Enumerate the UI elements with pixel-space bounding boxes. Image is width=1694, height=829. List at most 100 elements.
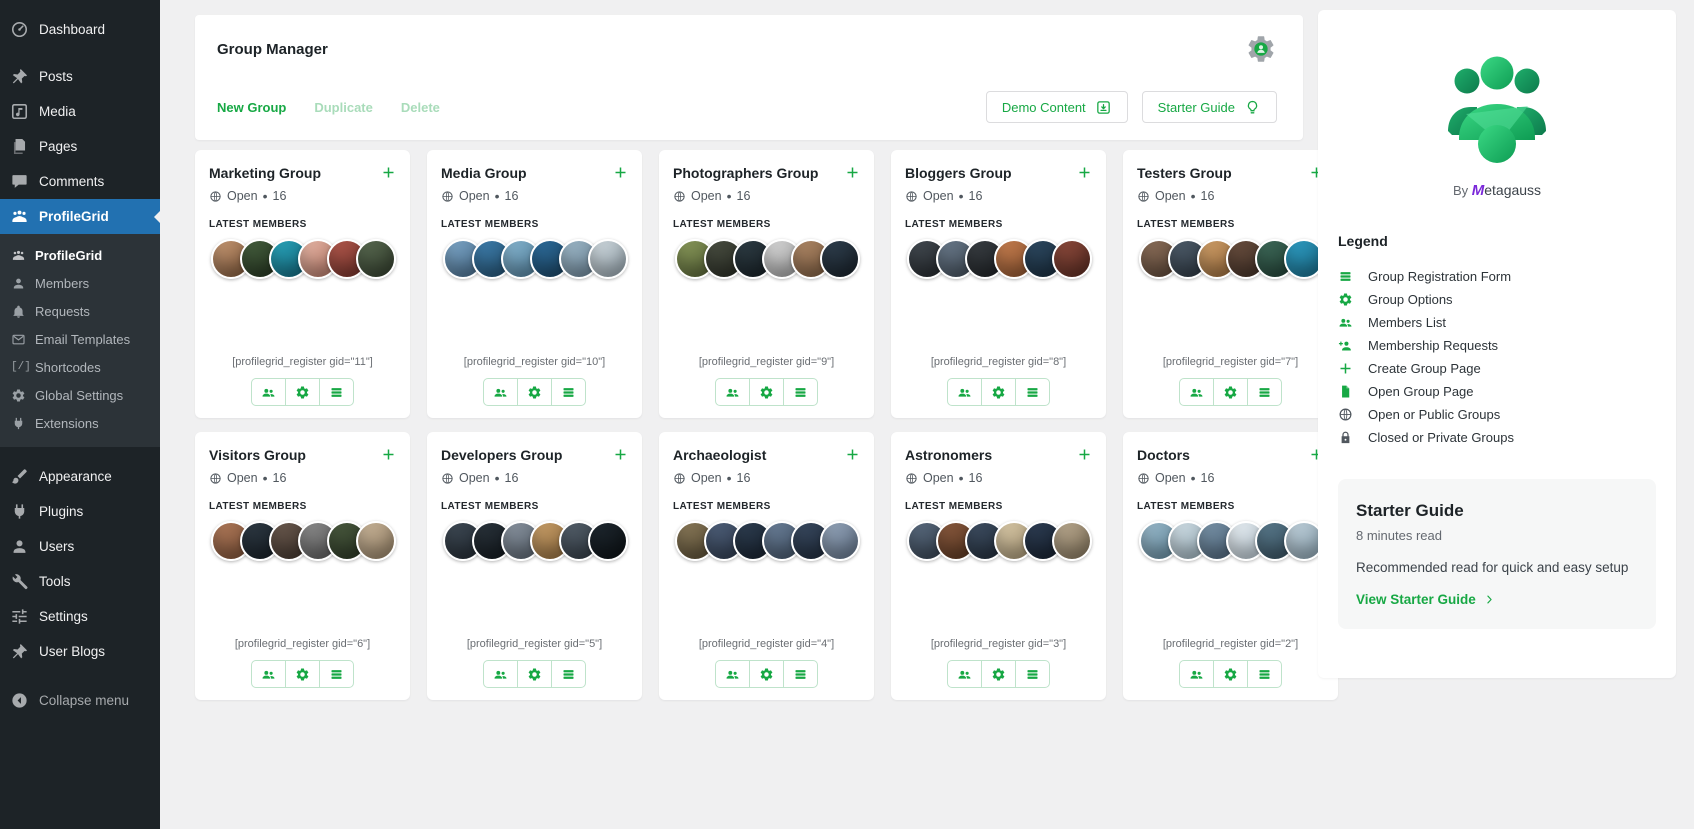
- collapse-menu-button[interactable]: Collapse menu: [0, 683, 160, 718]
- members-list-button[interactable]: [1180, 661, 1213, 687]
- sidebar-item-label: Tools: [39, 574, 71, 589]
- legend-icon-wrap: [1338, 430, 1353, 445]
- members-list-button[interactable]: [948, 379, 981, 405]
- members-list-button[interactable]: [1180, 379, 1213, 405]
- registration-form-button[interactable]: [551, 661, 585, 687]
- group-options-button[interactable]: [517, 661, 551, 687]
- bullet-separator: •: [1191, 191, 1196, 201]
- group-options-button[interactable]: [285, 661, 319, 687]
- members-list-button[interactable]: [716, 661, 749, 687]
- sidebar-item-appearance[interactable]: Appearance: [0, 459, 160, 494]
- legend-item-group-options: Group Options: [1338, 288, 1656, 311]
- members-list-button[interactable]: [948, 661, 981, 687]
- group-options-button[interactable]: [1213, 379, 1247, 405]
- sidebar-item-settings[interactable]: Settings: [0, 599, 160, 634]
- sidebar-item-media[interactable]: Media: [0, 94, 160, 129]
- registration-form-button[interactable]: [1247, 661, 1281, 687]
- sidebar-item-posts[interactable]: Posts: [0, 59, 160, 94]
- new-group-action[interactable]: New Group: [217, 100, 286, 115]
- registration-form-button[interactable]: [319, 661, 353, 687]
- sidebar-item-label: User Blogs: [39, 644, 105, 659]
- brand-initial: M: [1472, 182, 1485, 199]
- group-member-count: 16: [505, 471, 519, 485]
- submenu-item-shortcodes[interactable]: [/]Shortcodes: [0, 353, 160, 381]
- group-options-button[interactable]: [517, 379, 551, 405]
- group-member-count: 16: [273, 471, 287, 485]
- member-avatar[interactable]: [820, 521, 860, 561]
- demo-content-button[interactable]: Demo Content: [986, 91, 1128, 123]
- group-visibility-label: Open: [227, 471, 258, 485]
- group-options-button[interactable]: [285, 379, 319, 405]
- sidebar-item-label: ProfileGrid: [39, 209, 109, 224]
- bullet-separator: •: [263, 473, 268, 483]
- create-group-page-button[interactable]: [613, 165, 628, 185]
- globe-icon: [441, 190, 454, 203]
- sidebar-item-pages[interactable]: Pages: [0, 129, 160, 164]
- create-group-page-button[interactable]: [613, 447, 628, 467]
- people-icon: [493, 385, 508, 400]
- create-group-page-button[interactable]: [381, 165, 396, 185]
- group-options-button[interactable]: [1213, 661, 1247, 687]
- group-member-count: 16: [1201, 471, 1215, 485]
- registration-form-button[interactable]: [1015, 379, 1049, 405]
- member-avatar[interactable]: [1052, 521, 1092, 561]
- submenu-item-profilegrid[interactable]: ProfileGrid: [0, 241, 160, 269]
- globe-icon: [673, 472, 686, 485]
- create-group-page-button[interactable]: [845, 447, 860, 467]
- profilegrid-settings-gear-icon[interactable]: [1245, 33, 1277, 70]
- group-options-button[interactable]: [749, 379, 783, 405]
- submenu-item-members[interactable]: Members: [0, 269, 160, 297]
- group-name: Doctors: [1137, 447, 1190, 463]
- group-card-doctors: DoctorsOpen•16LATEST MEMBERS[profilegrid…: [1123, 432, 1338, 700]
- member-avatar[interactable]: [820, 239, 860, 279]
- submenu-item-requests[interactable]: Requests: [0, 297, 160, 325]
- submenu-item-extensions[interactable]: Extensions: [0, 409, 160, 437]
- members-list-button[interactable]: [484, 379, 517, 405]
- sidebar-item-profilegrid[interactable]: ProfileGrid: [0, 199, 160, 234]
- member-avatar[interactable]: [1052, 239, 1092, 279]
- sidebar-item-comments[interactable]: Comments: [0, 164, 160, 199]
- legend-icon-wrap: [1338, 338, 1353, 353]
- group-options-button[interactable]: [981, 661, 1015, 687]
- submenu-item-global-settings[interactable]: Global Settings: [0, 381, 160, 409]
- menu-separator: [0, 47, 160, 59]
- create-group-page-button[interactable]: [1077, 165, 1092, 185]
- member-avatar[interactable]: [588, 239, 628, 279]
- submenu-item-label: Email Templates: [35, 332, 130, 347]
- registration-form-button[interactable]: [1015, 661, 1049, 687]
- registration-form-button[interactable]: [783, 379, 817, 405]
- registration-form-button[interactable]: [1247, 379, 1281, 405]
- member-avatar[interactable]: [356, 239, 396, 279]
- registration-form-button[interactable]: [783, 661, 817, 687]
- group-options-button[interactable]: [749, 661, 783, 687]
- plus-icon: [845, 165, 860, 180]
- create-group-page-button[interactable]: [381, 447, 396, 467]
- member-avatar[interactable]: [588, 521, 628, 561]
- people-icon: [725, 385, 740, 400]
- latest-members-label: LATEST MEMBERS: [1137, 219, 1324, 230]
- members-list-button[interactable]: [716, 379, 749, 405]
- sidebar-item-tools[interactable]: Tools: [0, 564, 160, 599]
- sidebar-item-plugins[interactable]: Plugins: [0, 494, 160, 529]
- legend-item-open-group-page: Open Group Page: [1338, 380, 1656, 403]
- registration-form-button[interactable]: [551, 379, 585, 405]
- group-visibility-label: Open: [691, 471, 722, 485]
- create-group-page-button[interactable]: [1077, 447, 1092, 467]
- plug-icon: [10, 502, 29, 521]
- create-group-page-button[interactable]: [845, 165, 860, 185]
- starter-guide-button[interactable]: Starter Guide: [1142, 91, 1277, 123]
- members-list-button[interactable]: [252, 379, 285, 405]
- sidebar-item-users[interactable]: Users: [0, 529, 160, 564]
- sidebar-item-user-blogs[interactable]: User Blogs: [0, 634, 160, 669]
- sidebar-item-dashboard[interactable]: Dashboard: [0, 12, 160, 47]
- group-card-archaeologist: ArchaeologistOpen•16LATEST MEMBERS[profi…: [659, 432, 874, 700]
- group-options-button[interactable]: [981, 379, 1015, 405]
- members-list-button[interactable]: [252, 661, 285, 687]
- registration-form-button[interactable]: [319, 379, 353, 405]
- group-name: Astronomers: [905, 447, 992, 463]
- legend-icon-wrap: [1338, 407, 1353, 422]
- members-list-button[interactable]: [484, 661, 517, 687]
- member-avatar[interactable]: [356, 521, 396, 561]
- submenu-item-email-templates[interactable]: Email Templates: [0, 325, 160, 353]
- view-starter-guide-link[interactable]: View Starter Guide: [1356, 592, 1638, 607]
